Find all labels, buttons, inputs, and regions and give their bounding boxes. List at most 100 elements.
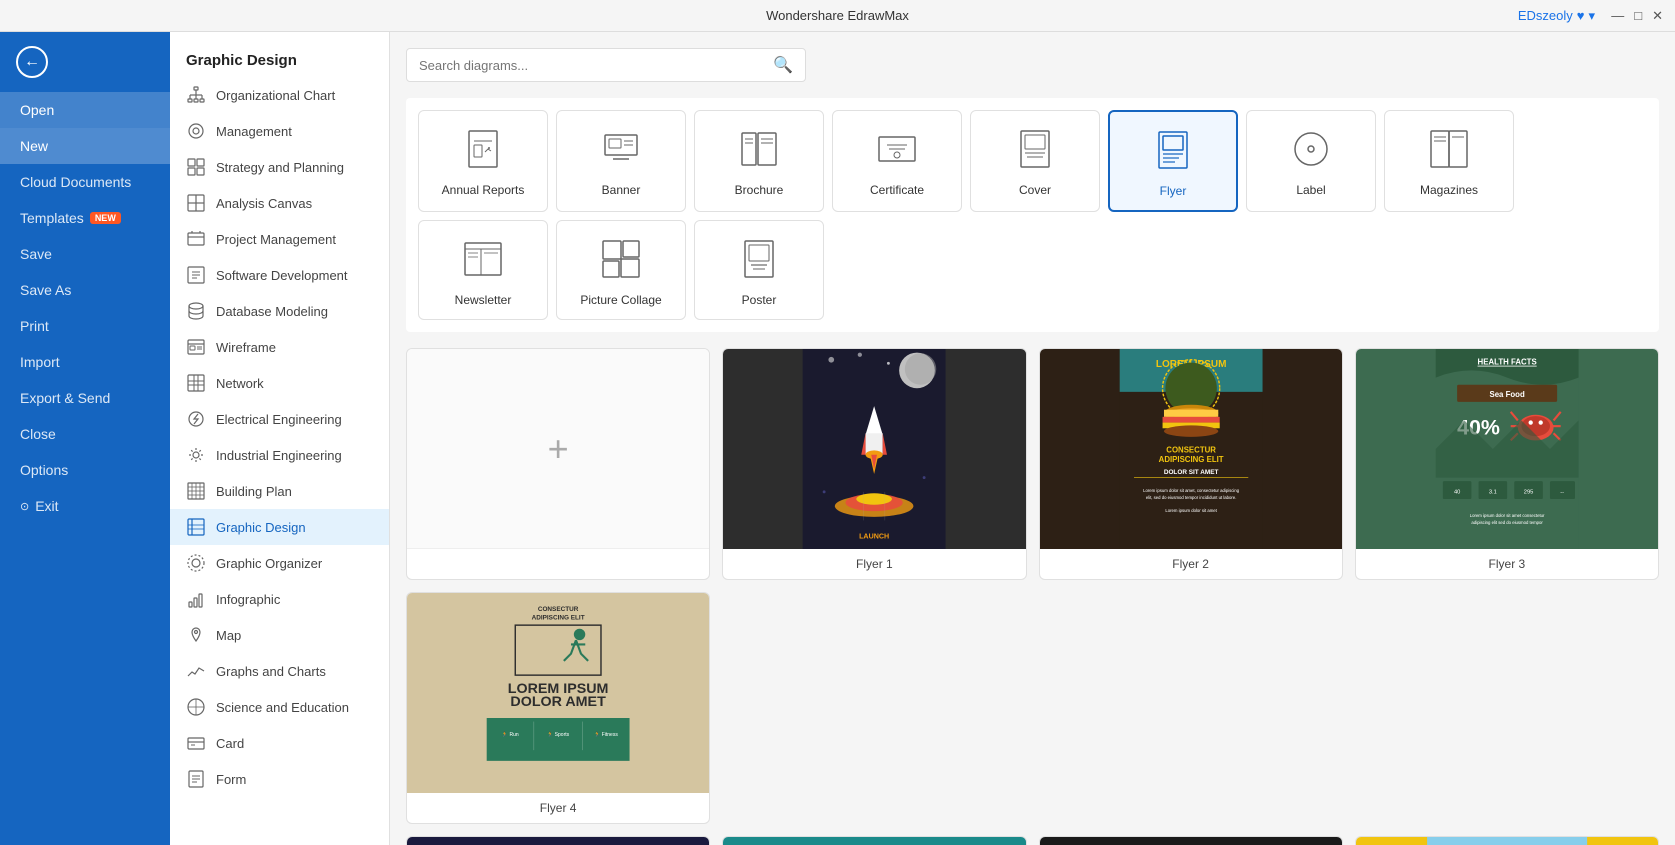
svg-text:CONSECTUR: CONSECTUR [538, 606, 579, 613]
sidebar-item-templates[interactable]: Templates NEW [0, 200, 170, 236]
svg-text:HEALTH FACTS: HEALTH FACTS [1477, 358, 1536, 367]
svg-text:🏃 Sports: 🏃 Sports [547, 731, 570, 738]
picture-collage-label: Picture Collage [580, 293, 661, 307]
search-input[interactable] [419, 58, 773, 73]
flyer3-thumb: HEALTH FACTS Sea Food 40% [1356, 349, 1658, 549]
sidebar-item-cloud[interactable]: Cloud Documents [0, 164, 170, 200]
magazines-label: Magazines [1420, 183, 1478, 197]
nav-section-title: Graphic Design [170, 40, 389, 77]
nav-item-science[interactable]: Science and Education [170, 689, 389, 725]
category-certificate[interactable]: Certificate [832, 110, 962, 212]
template-grid-row2: LOREM IPSUM Lorem ipsum dolor sit amet, … [406, 836, 1659, 845]
nav-item-analysis[interactable]: Analysis Canvas [170, 185, 389, 221]
search-bar: 🔍 [406, 48, 806, 82]
nav-item-network[interactable]: Network [170, 365, 389, 401]
flyer2-label: Flyer 2 [1040, 549, 1342, 579]
add-template-icon: + [548, 428, 569, 470]
flyer2-card[interactable]: LOREM IPSUM CONSECTUR ADIPISCING ELIT [1039, 348, 1343, 580]
flyer4-card[interactable]: CONSECTUR ADIPISCING ELIT LOREM IPSUM DO… [406, 592, 710, 824]
flyer5-thumb: LOREM IPSUM Lorem ipsum dolor sit amet, … [407, 837, 709, 845]
graphic-design-icon [186, 517, 206, 537]
category-magazines[interactable]: Magazines [1384, 110, 1514, 212]
flyer8-card[interactable]: LOREM IPSUM [1355, 836, 1659, 845]
user-dropdown-icon[interactable]: ▾ [1588, 8, 1595, 24]
flyer5-card[interactable]: LOREM IPSUM Lorem ipsum dolor sit amet, … [406, 836, 710, 845]
sidebar-item-save[interactable]: Save [0, 236, 170, 272]
nav-item-graphs[interactable]: Graphs and Charts [170, 653, 389, 689]
nav-item-map[interactable]: Map [170, 617, 389, 653]
category-picture-collage[interactable]: Picture Collage [556, 220, 686, 320]
sidebar-item-save-as[interactable]: Save As [0, 272, 170, 308]
category-flyer[interactable]: Flyer [1108, 110, 1238, 212]
flyer-label: Flyer [1160, 184, 1187, 198]
main-layout: ← Open New Cloud Documents Templates NEW… [0, 32, 1675, 845]
flyer7-card[interactable]: LOREM IPSUM DOLOR Lorem ipsum dolor sit … [1039, 836, 1343, 845]
label-icon [1285, 123, 1337, 175]
sidebar-item-exit[interactable]: ⊙ Exit [0, 488, 170, 524]
close-button[interactable]: ✕ [1652, 8, 1663, 24]
flyer7-thumb: LOREM IPSUM DOLOR Lorem ipsum dolor sit … [1040, 837, 1342, 845]
nav-item-form[interactable]: Form [170, 761, 389, 797]
nav-item-org-chart[interactable]: Organizational Chart [170, 77, 389, 113]
svg-text:DOLOR AMET: DOLOR AMET [510, 694, 606, 710]
nav-item-building[interactable]: Building Plan [170, 473, 389, 509]
nav-item-wireframe[interactable]: Wireframe [170, 329, 389, 365]
category-label[interactable]: Label [1246, 110, 1376, 212]
nav-item-electrical[interactable]: Electrical Engineering [170, 401, 389, 437]
blank-thumb: + [407, 349, 709, 549]
maximize-button[interactable]: □ [1634, 8, 1642, 23]
back-button[interactable]: ← [0, 32, 170, 92]
titlebar: Wondershare EdrawMax EDszeoly ♥ ▾ — □ ✕ [0, 0, 1675, 32]
blank-label [407, 549, 709, 565]
nav-item-graphic-organizer[interactable]: Graphic Organizer [170, 545, 389, 581]
picture-collage-icon [595, 233, 647, 285]
svg-text:DOLOR SIT AMET: DOLOR SIT AMET [1163, 469, 1218, 476]
minimize-button[interactable]: — [1611, 8, 1624, 23]
window-controls: — □ ✕ [1611, 8, 1663, 24]
category-newsletter[interactable]: Newsletter [418, 220, 548, 320]
svg-text:adipiscing elit sed do eiusmod: adipiscing elit sed do eiusmod tempor [1471, 520, 1543, 525]
svg-text:🏃 Run: 🏃 Run [502, 731, 519, 738]
blank-template-card[interactable]: + [406, 348, 710, 580]
card-icon [186, 733, 206, 753]
sidebar-item-print[interactable]: Print [0, 308, 170, 344]
sidebar-item-close[interactable]: Close [0, 416, 170, 452]
nav-item-graphic-design[interactable]: Graphic Design [170, 509, 389, 545]
nav-item-project[interactable]: Project Management [170, 221, 389, 257]
back-circle-icon: ← [16, 46, 48, 78]
svg-text:--: -- [1560, 489, 1564, 495]
nav-item-strategy[interactable]: Strategy and Planning [170, 149, 389, 185]
magazines-icon [1423, 123, 1475, 175]
sidebar-item-import[interactable]: Import [0, 344, 170, 380]
search-icon[interactable]: 🔍 [773, 55, 793, 75]
sidebar-item-open[interactable]: Open [0, 92, 170, 128]
category-brochure[interactable]: Brochure [694, 110, 824, 212]
banner-label: Banner [602, 183, 641, 197]
wireframe-icon [186, 337, 206, 357]
category-banner[interactable]: Banner [556, 110, 686, 212]
nav-item-industrial[interactable]: Industrial Engineering [170, 437, 389, 473]
sidebar-item-new[interactable]: New [0, 128, 170, 164]
svg-text:LAUNCH: LAUNCH [859, 532, 889, 540]
svg-text:3.1: 3.1 [1489, 489, 1497, 495]
category-annual-reports[interactable]: Annual Reports [418, 110, 548, 212]
svg-text:40: 40 [1454, 489, 1460, 495]
flyer6-card[interactable]: LOREM IPSUM CONSECTUR ADIPISCING DOLOR S… [722, 836, 1026, 845]
form-icon [186, 769, 206, 789]
project-icon [186, 229, 206, 249]
nav-item-card[interactable]: Card [170, 725, 389, 761]
sidebar-item-options[interactable]: Options [0, 452, 170, 488]
nav-item-software[interactable]: Software Development [170, 257, 389, 293]
nav-item-database[interactable]: Database Modeling [170, 293, 389, 329]
poster-label: Poster [742, 293, 777, 307]
org-chart-icon [186, 85, 206, 105]
svg-text:elit, sed do eiusmod tempor in: elit, sed do eiusmod tempor incididunt u… [1145, 495, 1236, 500]
flyer1-card[interactable]: LAUNCH Flyer 1 [722, 348, 1026, 580]
flyer3-card[interactable]: HEALTH FACTS Sea Food 40% [1355, 348, 1659, 580]
category-poster[interactable]: Poster [694, 220, 824, 320]
svg-text:🏃 Fitness: 🏃 Fitness [594, 731, 618, 738]
sidebar-item-export[interactable]: Export & Send [0, 380, 170, 416]
nav-item-infographic[interactable]: Infographic [170, 581, 389, 617]
nav-item-management[interactable]: Management [170, 113, 389, 149]
category-cover[interactable]: Cover [970, 110, 1100, 212]
